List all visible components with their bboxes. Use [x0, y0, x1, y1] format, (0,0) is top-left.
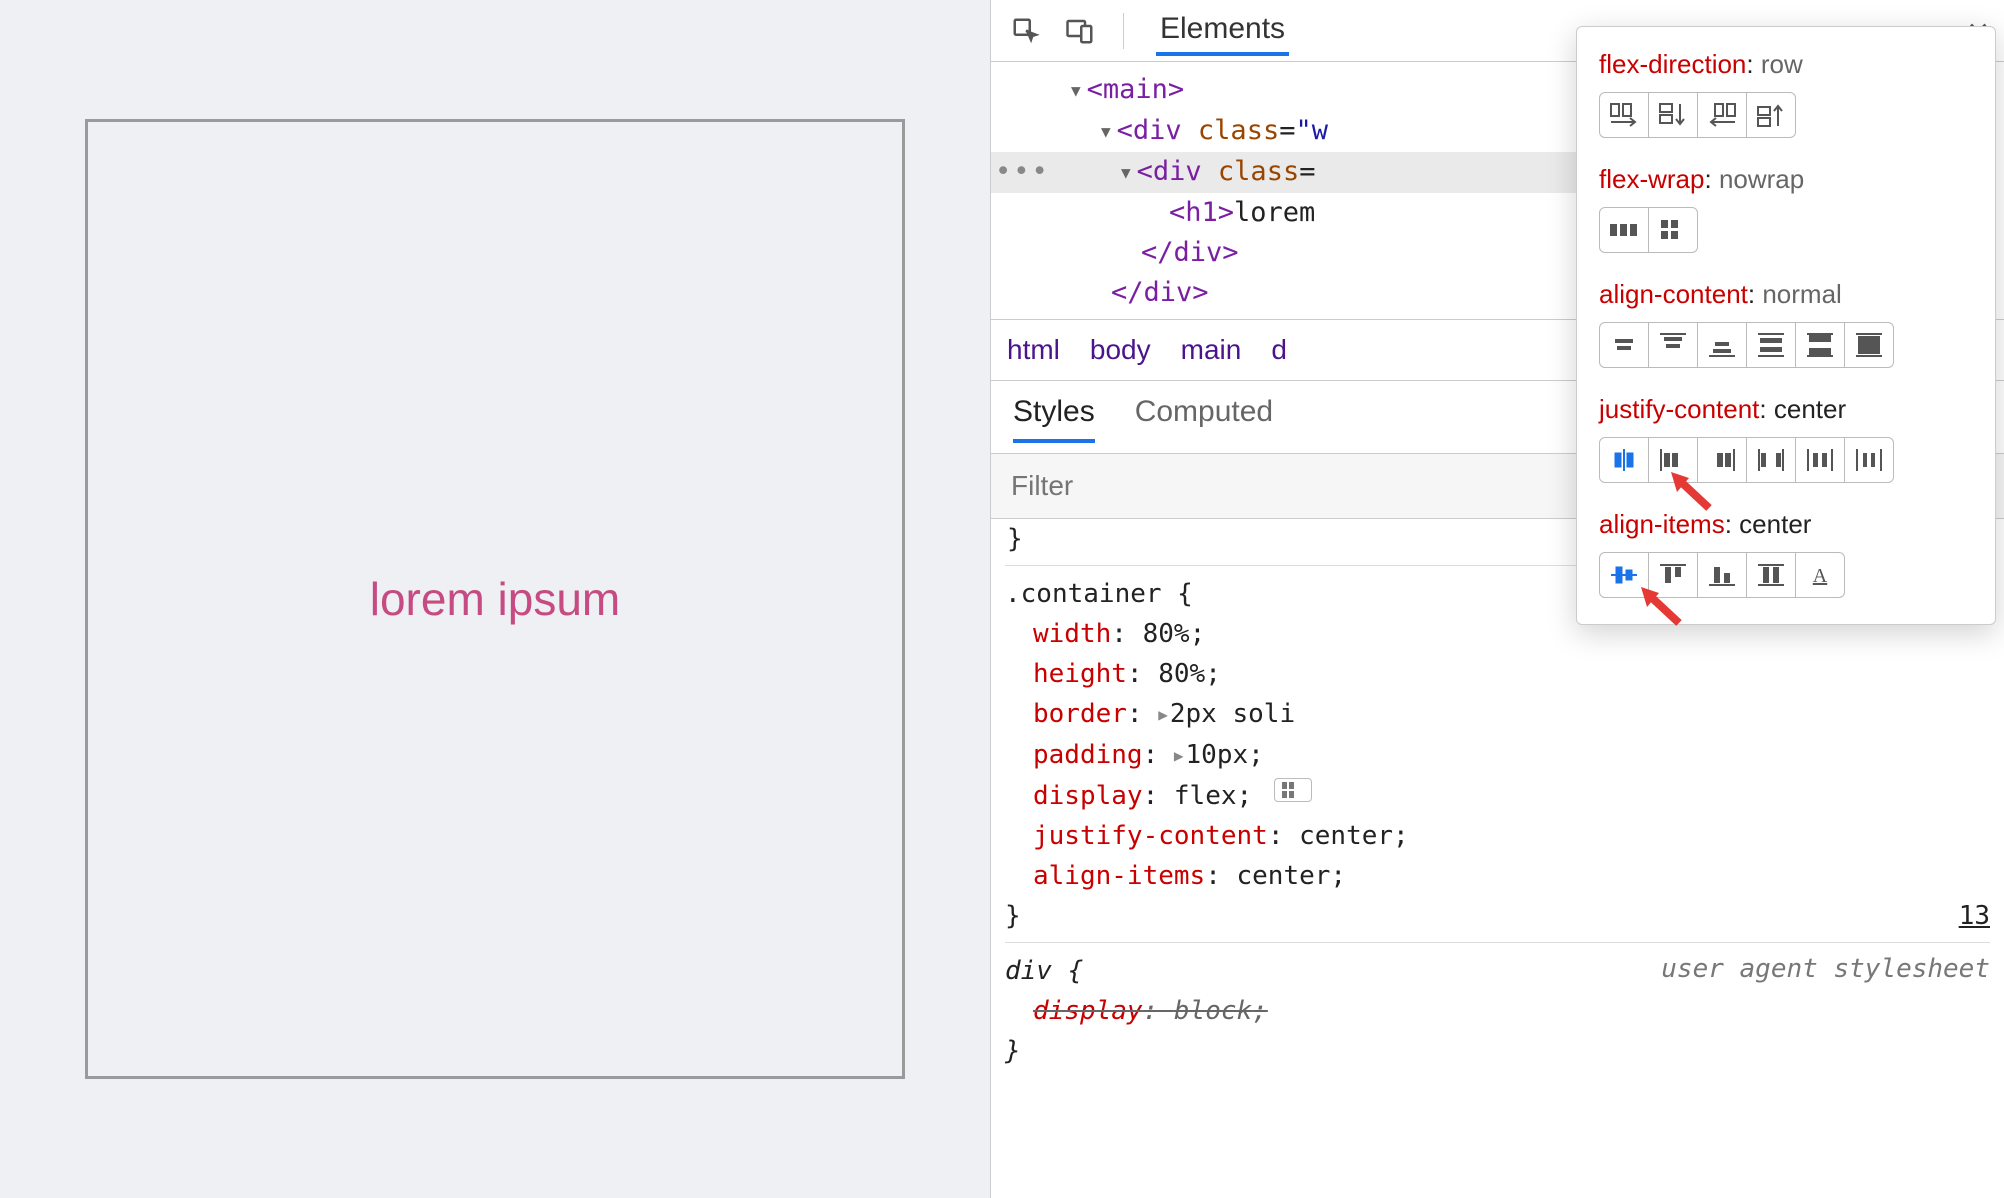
justify-content-space-evenly-icon[interactable] [1844, 437, 1894, 483]
justify-content-center-icon[interactable] [1599, 437, 1649, 483]
align-items-end-icon[interactable] [1697, 552, 1747, 598]
crumb-body[interactable]: body [1090, 334, 1151, 366]
dom-node-div-close[interactable]: </div> [1141, 237, 1239, 268]
align-content-end-icon[interactable] [1697, 322, 1747, 368]
tab-elements[interactable]: Elements [1156, 6, 1289, 56]
device-toggle-icon[interactable] [1063, 14, 1097, 48]
align-content-stretch-icon[interactable] [1844, 322, 1894, 368]
flex-direction-row-reverse-icon[interactable] [1697, 92, 1747, 138]
dom-node-main[interactable]: <main> [1087, 74, 1185, 105]
crumb-html[interactable]: html [1007, 334, 1060, 366]
devtools-panel: Elements ✕ <main> <div class="w •••<div … [990, 0, 2004, 1198]
justify-content-space-around-icon[interactable] [1795, 437, 1845, 483]
flex-direction-column-reverse-icon[interactable] [1746, 92, 1796, 138]
align-items-baseline-icon[interactable]: A [1795, 552, 1845, 598]
container-box: lorem ipsum [85, 119, 905, 1079]
align-content-space-between-icon[interactable] [1795, 322, 1845, 368]
flexbox-editor-popover: flex-direction: row flex-wrap: nowrap [1576, 26, 1996, 625]
tab-styles[interactable]: Styles [1013, 395, 1095, 443]
flex-wrap-wrap-icon[interactable] [1648, 207, 1698, 253]
align-content-center-icon[interactable] [1599, 322, 1649, 368]
heading-lorem: lorem ipsum [370, 572, 621, 626]
tab-computed[interactable]: Computed [1135, 395, 1273, 443]
annotation-arrow-icon [1635, 587, 1685, 627]
align-items-stretch-icon[interactable] [1746, 552, 1796, 598]
dom-node-div-close2[interactable]: </div> [1111, 277, 1209, 308]
rule-div-ua[interactable]: user agent stylesheet div { display: blo… [1005, 942, 1990, 1071]
dom-node-h1[interactable]: <h1> [1169, 197, 1234, 228]
expand-icon[interactable]: ▶ [1174, 746, 1184, 765]
crumb-d[interactable]: d [1271, 334, 1287, 366]
align-content-space-around-icon[interactable] [1746, 322, 1796, 368]
svg-text:A: A [1813, 565, 1828, 587]
flex-direction-row-icon[interactable] [1599, 92, 1649, 138]
flex-editor-icon[interactable] [1274, 778, 1312, 802]
crumb-main[interactable]: main [1181, 334, 1242, 366]
justify-content-space-between-icon[interactable] [1746, 437, 1796, 483]
ellipsis-icon[interactable]: ••• [995, 152, 1050, 192]
rendered-viewport: lorem ipsum [0, 0, 990, 1198]
source-link[interactable]: 13 [1959, 896, 1990, 936]
align-content-start-icon[interactable] [1648, 322, 1698, 368]
expand-icon[interactable]: ▶ [1158, 705, 1168, 724]
inspect-icon[interactable] [1009, 14, 1043, 48]
flex-direction-column-icon[interactable] [1648, 92, 1698, 138]
annotation-arrow-icon [1665, 472, 1715, 512]
user-agent-label: user agent stylesheet [1661, 949, 1990, 989]
flex-wrap-nowrap-icon[interactable] [1599, 207, 1649, 253]
